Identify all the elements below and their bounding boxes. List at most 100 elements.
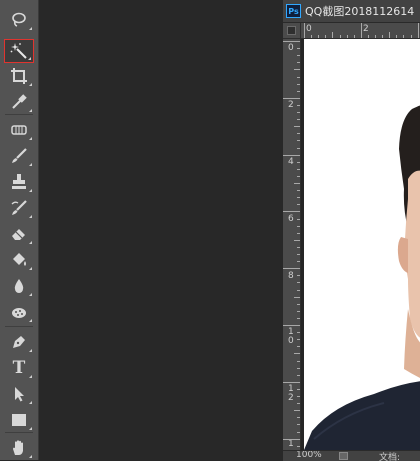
- brush-tool[interactable]: [4, 144, 34, 168]
- ruler-tick: [297, 317, 300, 319]
- lasso-tool[interactable]: [4, 8, 34, 32]
- ruler-tick: [297, 112, 300, 113]
- ruler-tick: [294, 183, 300, 184]
- ruler-tick: [297, 204, 300, 206]
- ruler-tick: [297, 360, 300, 362]
- tool-group-indicator: [29, 215, 32, 218]
- horizontal-ruler[interactable]: 0 2: [301, 23, 420, 39]
- tool-group-indicator: [29, 189, 32, 192]
- type-icon: T: [12, 358, 26, 378]
- ruler-tick: [346, 35, 348, 38]
- ruler-tick: [294, 353, 300, 355]
- lasso-icon: [12, 12, 26, 27]
- ruler-tick: [297, 339, 300, 341]
- ruler-label: 0: [306, 24, 312, 34]
- ruler-label: 0: [288, 43, 294, 53]
- paint-bucket-icon: [13, 253, 26, 266]
- pen-tool[interactable]: [4, 330, 34, 354]
- ruler-tick: [283, 438, 300, 440]
- eraser-icon: [12, 229, 25, 240]
- zoom-level[interactable]: 100%: [296, 451, 322, 460]
- ruler-tick: [294, 126, 300, 128]
- document-canvas[interactable]: [301, 39, 420, 450]
- ruler-tick: [297, 76, 300, 78]
- tool-group-indicator: [29, 267, 32, 270]
- ruler-label: 4: [288, 157, 294, 167]
- type-tool[interactable]: T: [4, 356, 34, 380]
- ruler-label: 6: [288, 214, 294, 224]
- toolbar-divider: [5, 114, 33, 115]
- paint-bucket-tool[interactable]: [4, 248, 34, 272]
- tool-group-indicator: [29, 349, 32, 352]
- tool-group-indicator: [29, 375, 32, 378]
- blur-tool[interactable]: [4, 274, 34, 298]
- ruler-tick: [297, 232, 300, 234]
- ruler-tick: [297, 218, 300, 220]
- ruler-tick: [283, 154, 300, 156]
- ruler-tick: [294, 296, 300, 298]
- ruler-tick: [297, 197, 300, 199]
- ruler-label: 8: [288, 271, 294, 281]
- ruler-tick: [297, 388, 300, 390]
- ruler-tick: [297, 168, 300, 170]
- ruler-origin-box: [287, 26, 296, 35]
- sponge-tool[interactable]: [4, 300, 34, 324]
- toolbar-divider: [5, 326, 33, 327]
- document-tab[interactable]: Ps QQ截图2018112614: [283, 0, 420, 23]
- ruler-tick: [297, 190, 300, 192]
- eyedropper-tool[interactable]: [4, 90, 34, 114]
- ruler-tick: [297, 175, 300, 177]
- ruler-tick: [367, 35, 369, 38]
- eraser-tool[interactable]: [4, 222, 34, 246]
- ruler-tick: [283, 381, 300, 383]
- document-info[interactable]: 文档:: [379, 451, 400, 461]
- hand-tool[interactable]: [4, 436, 34, 460]
- ruler-tick: [297, 289, 300, 291]
- ruler-tick: [294, 410, 300, 412]
- history-brush-tool[interactable]: [4, 196, 34, 220]
- ruler-tick: [297, 261, 300, 263]
- portrait-image: [304, 105, 420, 450]
- ruler-tick: [297, 346, 300, 348]
- vertical-ruler[interactable]: 0 2 4 6 8 1 0 1 2 1: [283, 39, 301, 450]
- crop-tool[interactable]: [4, 64, 34, 88]
- ruler-origin[interactable]: [283, 23, 301, 39]
- ruler-tick: [389, 32, 391, 38]
- ruler-tick: [297, 225, 300, 227]
- magic-wand-icon: [10, 43, 27, 59]
- toolbar-divider: [5, 432, 33, 433]
- pen-icon: [13, 336, 25, 348]
- ruler-tick: [410, 35, 412, 38]
- ruler-tick: [396, 35, 398, 38]
- ruler-tick: [297, 282, 300, 284]
- ruler-tick: [283, 97, 300, 99]
- status-menu-icon[interactable]: [339, 452, 348, 460]
- rectangle-tool[interactable]: [4, 408, 34, 432]
- tool-group-indicator: [29, 83, 32, 86]
- tool-group-indicator: [29, 401, 32, 404]
- magic-wand-tool[interactable]: [4, 39, 34, 63]
- document-window: Ps QQ截图2018112614 0 2 0 2 4 6 8 1 0 1 2 …: [283, 0, 420, 461]
- ruler-tick: [297, 90, 300, 92]
- ruler-tick: [297, 48, 300, 50]
- ruler-tick: [375, 35, 376, 38]
- ruler-tick: [417, 23, 419, 38]
- tool-group-indicator: [29, 319, 32, 322]
- clone-stamp-tool[interactable]: [4, 170, 34, 194]
- tool-group-indicator: [29, 455, 32, 458]
- ruler-tick: [297, 275, 300, 277]
- ruler-tick: [294, 69, 300, 71]
- tool-group-indicator: [29, 27, 32, 30]
- ruler-tick: [311, 35, 313, 38]
- tools-panel: T: [0, 0, 39, 460]
- arrow-icon: [15, 387, 24, 402]
- blur-drop-icon: [14, 279, 24, 293]
- tool-group-indicator: [29, 137, 32, 140]
- brush-icon: [12, 148, 27, 163]
- spot-healing-tool[interactable]: [4, 118, 34, 142]
- ruler-tick: [297, 104, 300, 106]
- ruler-tick: [297, 246, 300, 248]
- ruler-label: 1: [288, 439, 294, 449]
- crop-icon: [11, 68, 27, 84]
- path-selection-tool[interactable]: [4, 382, 34, 406]
